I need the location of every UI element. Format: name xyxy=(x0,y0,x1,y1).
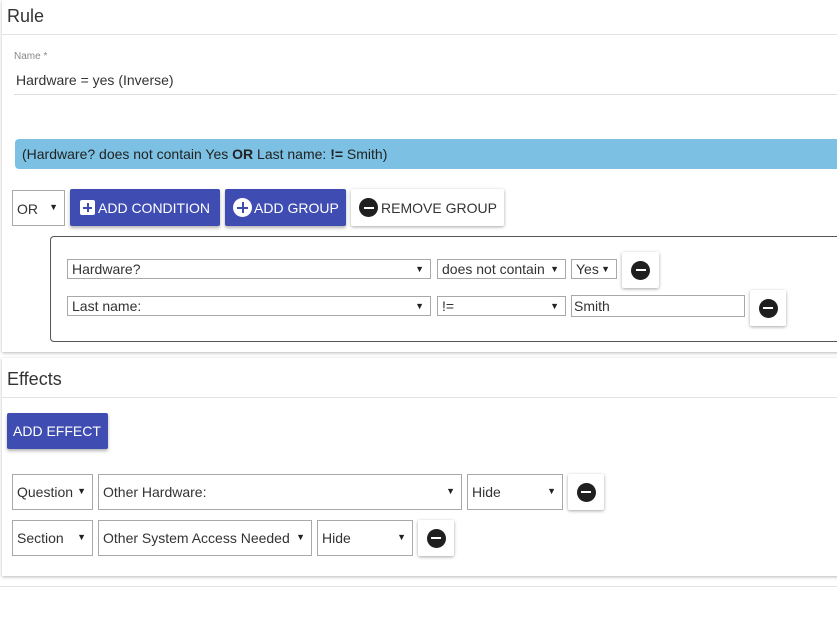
rule-title: Rule xyxy=(7,6,45,26)
condition-operator-select[interactable]: != ▼ xyxy=(437,296,566,316)
minus-circle-icon xyxy=(576,482,596,502)
caret-down-icon: ▼ xyxy=(415,264,424,274)
add-effect-button[interactable]: ADD EFFECT xyxy=(7,413,108,449)
plus-circle-icon xyxy=(233,198,252,217)
effect-action-select[interactable]: Hide ▼ xyxy=(467,474,563,510)
condition-group xyxy=(50,236,837,342)
condition-value-input[interactable]: Smith xyxy=(571,295,745,317)
effect-action-value: Hide xyxy=(322,530,351,546)
remove-condition-button[interactable] xyxy=(622,252,659,288)
effect-target-select[interactable]: Other Hardware: ▼ xyxy=(98,474,462,510)
remove-effect-button[interactable] xyxy=(418,520,454,556)
group-operator-value: OR xyxy=(17,201,38,217)
name-label: Name * xyxy=(14,51,48,62)
effect-type-value: Section xyxy=(17,530,64,546)
name-underline xyxy=(14,94,837,95)
caret-down-icon: ▼ xyxy=(601,264,610,274)
caret-down-icon: ▼ xyxy=(547,486,556,496)
minus-circle-icon xyxy=(426,528,446,548)
effect-target-value: Other Hardware: xyxy=(103,484,207,500)
condition-field-select[interactable]: Hardware? ▼ xyxy=(67,259,431,279)
add-group-label: ADD GROUP xyxy=(254,199,339,216)
condition-field-select[interactable]: Last name: ▼ xyxy=(67,296,431,316)
rule-summary-bar: (Hardware? does not contain Yes OR Last … xyxy=(15,139,837,169)
summary-text-3: Smith) xyxy=(343,146,388,162)
caret-down-icon: ▼ xyxy=(77,532,86,542)
effect-type-select[interactable]: Section ▼ xyxy=(12,520,93,556)
caret-down-icon: ▼ xyxy=(550,301,559,311)
minus-circle-icon xyxy=(758,298,778,318)
caret-down-icon: ▼ xyxy=(446,486,455,496)
add-condition-button[interactable]: ADD CONDITION xyxy=(70,189,220,226)
plus-square-icon xyxy=(80,200,95,215)
effects-divider xyxy=(2,397,837,398)
summary-text-2: Last name: xyxy=(253,146,331,162)
add-condition-label: ADD CONDITION xyxy=(98,199,210,216)
effect-target-value: Other System Access Needed xyxy=(103,530,290,546)
effect-type-value: Question xyxy=(17,484,74,500)
condition-operator-value: does not contain xyxy=(442,261,545,277)
add-effect-label: ADD EFFECT xyxy=(13,423,101,439)
caret-down-icon: ▼ xyxy=(415,301,424,311)
summary-operator: OR xyxy=(232,146,254,162)
condition-value-select[interactable]: Yes ▼ xyxy=(571,259,617,279)
effect-type-select[interactable]: Question ▼ xyxy=(12,474,93,510)
remove-group-button[interactable]: REMOVE GROUP xyxy=(351,189,504,226)
effect-target-select[interactable]: Other System Access Needed ▼ xyxy=(98,520,312,556)
caret-down-icon: ▼ xyxy=(296,532,305,542)
summary-operator-2: != xyxy=(330,146,344,162)
condition-field-value: Last name: xyxy=(72,298,142,314)
effect-action-value: Hide xyxy=(472,484,501,500)
summary-text-1: (Hardware? does not contain Yes xyxy=(22,146,233,162)
caret-down-icon: ▼ xyxy=(49,202,58,212)
condition-operator-select[interactable]: does not contain ▼ xyxy=(437,259,566,279)
caret-down-icon: ▼ xyxy=(397,532,406,542)
condition-field-value: Hardware? xyxy=(72,261,141,277)
add-group-button[interactable]: ADD GROUP xyxy=(225,189,346,226)
effects-title: Effects xyxy=(7,369,62,389)
caret-down-icon: ▼ xyxy=(77,486,86,496)
condition-operator-value: != xyxy=(442,298,455,314)
name-input[interactable]: Hardware = yes (Inverse) xyxy=(16,72,174,88)
group-operator-select[interactable]: OR ▼ xyxy=(12,190,65,226)
caret-down-icon: ▼ xyxy=(550,264,559,274)
remove-condition-button[interactable] xyxy=(750,290,786,326)
effect-action-select[interactable]: Hide ▼ xyxy=(317,520,413,556)
page-bottom-divider xyxy=(0,586,837,587)
minus-circle-icon xyxy=(631,260,650,280)
condition-value-value: Yes xyxy=(576,261,599,277)
remove-effect-button[interactable] xyxy=(568,474,604,510)
minus-circle-icon xyxy=(359,198,378,217)
rule-divider xyxy=(2,34,837,35)
remove-group-label: REMOVE GROUP xyxy=(381,199,497,216)
